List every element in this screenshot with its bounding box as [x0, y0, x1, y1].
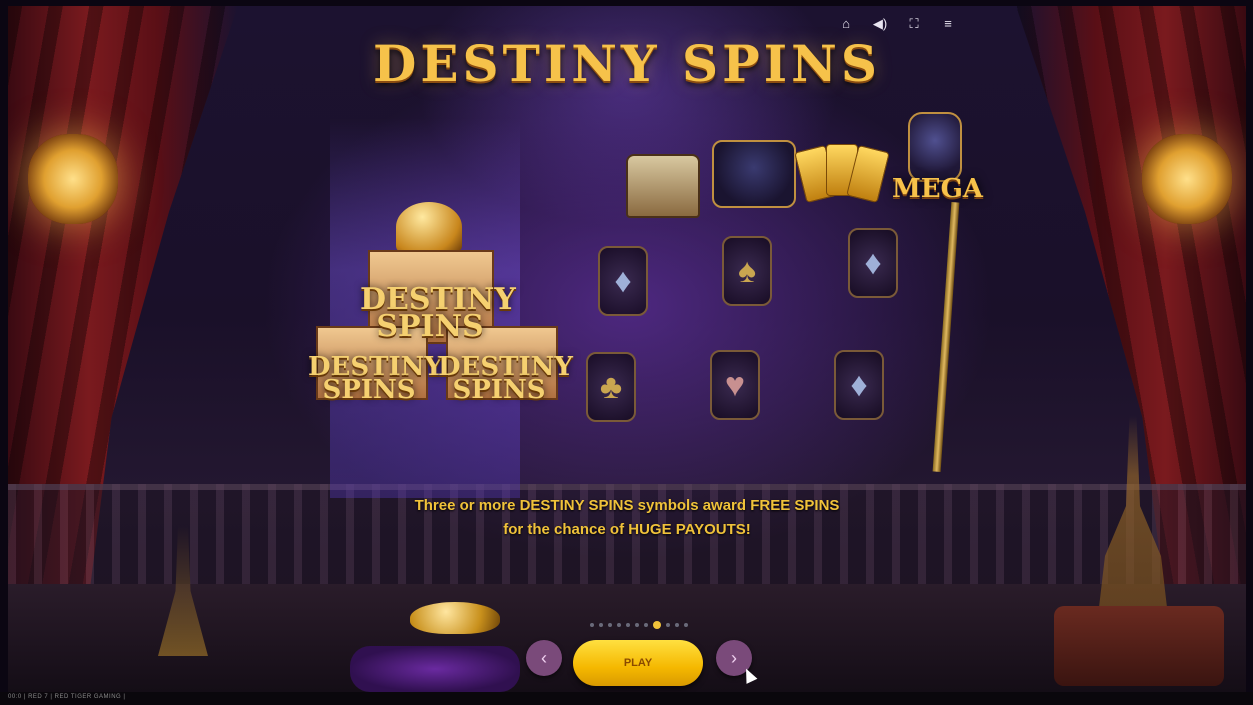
page-dot[interactable]	[635, 623, 639, 627]
fullscreen-icon[interactable]: ⛶	[906, 16, 922, 32]
previous-page-button[interactable]: ‹	[526, 640, 562, 676]
page-dot[interactable]	[599, 623, 603, 627]
sound-icon[interactable]: ◀)	[872, 16, 888, 32]
purple-cushion	[350, 646, 520, 692]
destiny-spins-emblem: DESTINY SPINS DESTINY SPINS DESTINY SPIN…	[308, 192, 573, 422]
golden-cards-icon	[794, 142, 890, 204]
emblem-label-top: DESTINY SPINS	[360, 285, 516, 344]
footer-bar	[0, 692, 1253, 705]
page-dot[interactable]	[666, 623, 670, 627]
caption-line-1: Three or more DESTINY SPINS symbols awar…	[414, 497, 840, 514]
diamond-symbol-icon: ♦	[834, 350, 884, 420]
menu-icon[interactable]: ≡	[940, 16, 956, 32]
golden-staff	[932, 202, 960, 472]
emblem-label-left: DESTINY SPINS	[308, 354, 443, 406]
emblem-label-right-line2: SPINS	[452, 375, 546, 406]
game-stage: ⌂ ◀) ⛶ ≡ DESTINY SPINS DESTINY SPINS DES…	[8, 6, 1246, 692]
mega-figure-icon	[908, 112, 962, 182]
page-dot[interactable]	[626, 623, 630, 627]
page-dot[interactable]	[617, 623, 621, 627]
emblem-label-left-line2: SPINS	[322, 375, 416, 406]
page-dot[interactable]	[590, 623, 594, 627]
page-dot[interactable]	[644, 623, 648, 627]
dancers-symbol-icon	[712, 140, 796, 208]
mega-label: MEGA	[892, 174, 983, 204]
heart-symbol-icon: ♥	[710, 350, 760, 420]
feature-caption: Three or more DESTINY SPINS symbols awar…	[8, 494, 1246, 542]
top-toolbar: ⌂ ◀) ⛶ ≡	[838, 16, 956, 32]
left-lantern	[28, 134, 118, 224]
treasure-chest-icon	[626, 154, 700, 218]
caption-line-2: for the chance of HUGE PAYOUTS!	[503, 521, 751, 538]
page-dot[interactable]	[684, 623, 688, 627]
home-icon[interactable]: ⌂	[838, 16, 854, 32]
page-dot[interactable]	[608, 623, 612, 627]
game-title: DESTINY SPINS	[373, 34, 881, 93]
magic-lamp-icon	[400, 582, 510, 642]
palace-dome-icon	[396, 202, 462, 252]
footer-text: 00:0 | RED 7 | RED TIGER GAMING |	[8, 694, 126, 700]
page-dot-active[interactable]	[653, 621, 661, 629]
play-button[interactable]: PLAY	[573, 640, 703, 686]
diamond-symbol-icon: ♦	[848, 228, 898, 298]
diamond-symbol-icon: ♦	[598, 246, 648, 316]
right-lantern	[1142, 134, 1232, 224]
page-dot[interactable]	[675, 623, 679, 627]
emblem-label-right: DESTINY SPINS	[438, 354, 573, 406]
side-table	[1054, 606, 1224, 686]
spade-symbol-icon: ♠	[722, 236, 772, 306]
emblem-label-top-line2: SPINS	[376, 309, 484, 344]
page-indicator	[590, 621, 688, 629]
club-symbol-icon: ♣	[586, 352, 636, 422]
